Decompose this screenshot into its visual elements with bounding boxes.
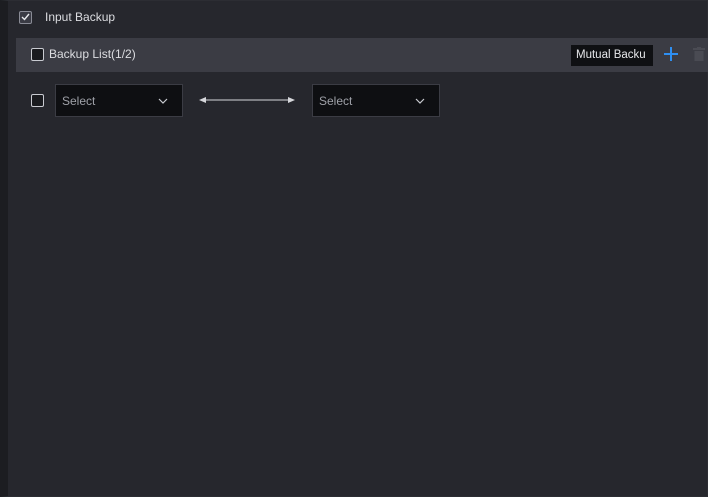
backup-list-toolbar: Backup List(1/2) Mutual Backu (16, 38, 708, 72)
trash-icon[interactable] (693, 47, 705, 61)
input-backup-checkbox[interactable] (19, 10, 32, 24)
input-backup-label: Input Backup (45, 10, 116, 24)
target-select-value: Select (319, 94, 353, 108)
plus-icon[interactable] (663, 46, 679, 62)
mutual-backup-button[interactable]: Mutual Backu (571, 45, 653, 66)
select-all-checkbox[interactable] (31, 48, 44, 61)
backup-list-title: Backup List(1/2) (49, 47, 136, 61)
chevron-down-icon (158, 98, 168, 104)
row-checkbox[interactable] (31, 94, 44, 107)
chevron-down-icon (415, 98, 425, 104)
backup-row: Select Select (16, 83, 708, 119)
source-channel-select[interactable]: Select (55, 84, 183, 117)
input-backup-header: Input Backup (19, 7, 115, 27)
bidirectional-arrow-icon (199, 97, 295, 103)
check-icon (21, 13, 30, 21)
input-backup-panel: Input Backup Backup List(1/2) Mutual Bac… (0, 0, 708, 497)
source-select-value: Select (62, 94, 96, 108)
target-channel-select[interactable]: Select (312, 84, 440, 117)
